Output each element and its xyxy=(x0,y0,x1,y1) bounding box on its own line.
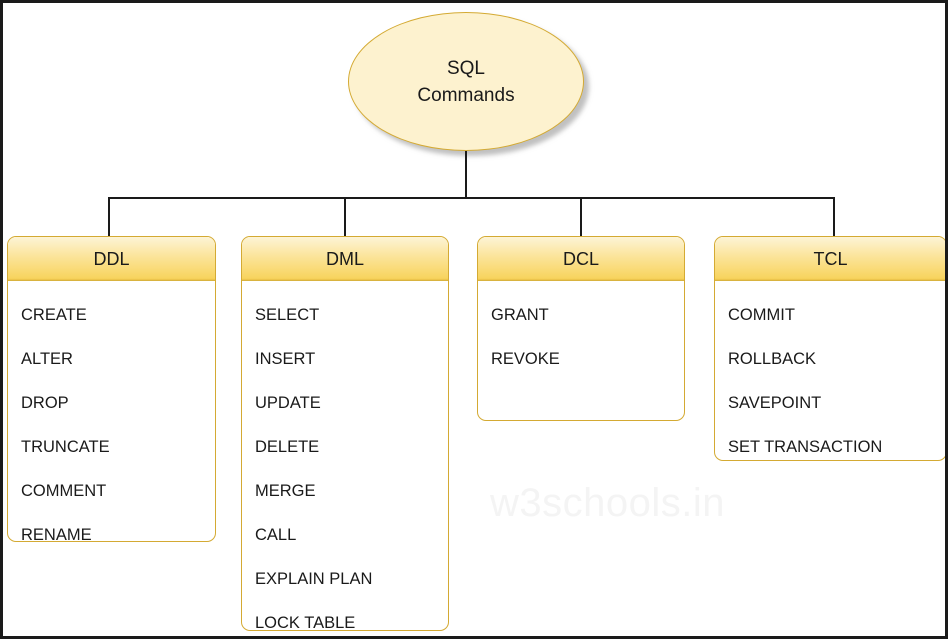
connector-drop-ddl xyxy=(108,197,110,239)
connector-drop-dcl xyxy=(580,197,582,239)
category-header-dcl: DCL xyxy=(478,237,684,281)
watermark-text: w3schools.in xyxy=(490,481,726,525)
list-item: UPDATE xyxy=(255,394,321,412)
list-item: COMMIT xyxy=(728,306,795,324)
list-item: MERGE xyxy=(255,482,316,500)
list-item: EXPLAIN PLAN xyxy=(255,570,373,588)
list-item: ROLLBACK xyxy=(728,350,817,368)
category-list-dml: SELECT INSERT UPDATE DELETE MERGE CALL E… xyxy=(242,281,448,631)
list-item: SAVEPOINT xyxy=(728,394,822,412)
connector-drop-tcl xyxy=(833,197,835,239)
category-list-dcl: GRANT REVOKE xyxy=(478,281,684,387)
connector-root-stem xyxy=(465,151,467,199)
category-box-tcl: TCL COMMIT ROLLBACK SAVEPOINT SET TRANSA… xyxy=(714,236,945,461)
category-box-ddl: DDL CREATE ALTER DROP TRUNCATE COMMENT R… xyxy=(7,236,216,542)
list-item: SET TRANSACTION xyxy=(728,438,883,456)
list-item: RENAME xyxy=(21,526,92,542)
list-item: REVOKE xyxy=(491,350,560,368)
category-list-ddl: CREATE ALTER DROP TRUNCATE COMMENT RENAM… xyxy=(8,281,215,542)
list-item: CREATE xyxy=(21,306,87,324)
category-box-dml: DML SELECT INSERT UPDATE DELETE MERGE CA… xyxy=(241,236,449,631)
list-item: LOCK TABLE xyxy=(255,614,356,631)
connector-horizontal-bus xyxy=(108,197,835,199)
list-item: ALTER xyxy=(21,350,73,368)
list-item: SELECT xyxy=(255,306,320,324)
category-header-ddl: DDL xyxy=(8,237,215,281)
root-node-sql-commands: SQL Commands xyxy=(348,12,584,151)
list-item: DROP xyxy=(21,394,69,412)
list-item: DELETE xyxy=(255,438,320,456)
category-list-tcl: COMMIT ROLLBACK SAVEPOINT SET TRANSACTIO… xyxy=(715,281,945,460)
diagram-canvas: w3schools.in SQL Commands DDL CREATE ALT… xyxy=(0,0,948,639)
category-box-dcl: DCL GRANT REVOKE xyxy=(477,236,685,421)
category-header-dml: DML xyxy=(242,237,448,281)
category-header-tcl: TCL xyxy=(715,237,945,281)
list-item: COMMENT xyxy=(21,482,107,500)
list-item: TRUNCATE xyxy=(21,438,110,456)
connector-drop-dml xyxy=(344,197,346,239)
root-node-label: SQL Commands xyxy=(417,57,515,106)
list-item: GRANT xyxy=(491,306,549,324)
list-item: CALL xyxy=(255,526,297,544)
list-item: INSERT xyxy=(255,350,316,368)
